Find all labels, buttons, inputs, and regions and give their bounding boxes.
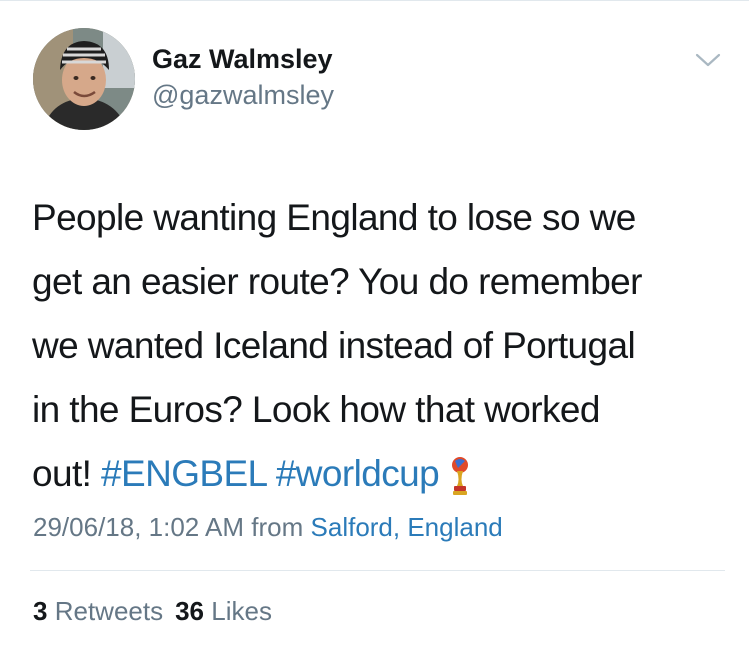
profile-photo <box>33 28 135 130</box>
like-count: 36 <box>175 596 205 626</box>
display-name[interactable]: Gaz Walmsley <box>152 44 333 75</box>
top-border <box>0 0 749 1</box>
location-link[interactable]: Salford, England <box>311 512 503 542</box>
engagement-stats: 3 Retweets 36 Likes <box>33 596 272 627</box>
tweet-text-segment: out! <box>32 453 92 494</box>
tweet-text-line: in the Euros? Look how that worked <box>32 389 600 430</box>
avatar[interactable] <box>33 28 135 130</box>
hashtag-engbel[interactable]: #ENGBEL <box>101 453 267 494</box>
tweet-text-line: People wanting England to lose so we <box>32 197 636 238</box>
timestamp[interactable]: 29/06/18, 1:02 AM <box>33 512 244 542</box>
retweet-count: 3 <box>33 596 48 626</box>
likes-stat[interactable]: 36 Likes <box>175 596 272 626</box>
from-label: from <box>251 512 304 542</box>
tweet-text-line: we wanted Iceland instead of Portugal <box>32 325 636 366</box>
hashtag-worldcup[interactable]: #worldcup <box>276 453 440 494</box>
tweet-metadata: 29/06/18, 1:02 AM from Salford, England <box>33 512 503 543</box>
retweets-label: Retweets <box>54 596 164 626</box>
tweet-text: People wanting England to lose so we get… <box>32 186 722 506</box>
divider <box>30 570 725 571</box>
chevron-down-icon[interactable] <box>694 50 722 70</box>
world-cup-trophy-icon <box>449 452 471 496</box>
likes-label: Likes <box>211 596 272 626</box>
tweet-text-line: get an easier route? You do remember <box>32 261 642 302</box>
tweet-text-line-last: out! #ENGBEL #worldcup <box>32 442 722 506</box>
username-handle[interactable]: @gazwalmsley <box>152 80 334 111</box>
retweets-stat[interactable]: 3 Retweets <box>33 596 163 626</box>
